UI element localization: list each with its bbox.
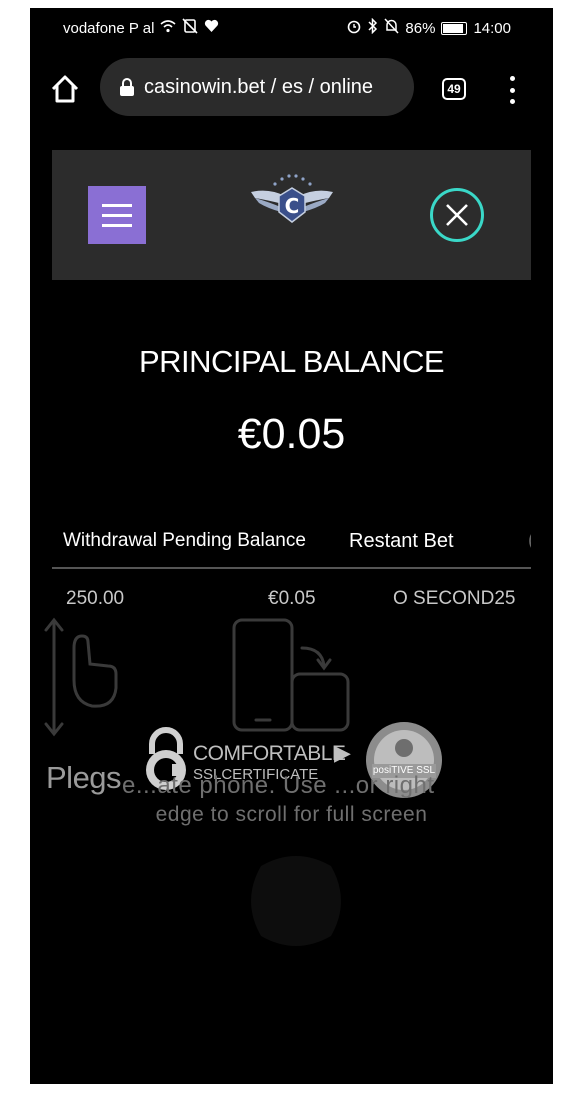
badge-arrow-icon: ▶ bbox=[334, 740, 351, 765]
plegs-label: Plegs bbox=[46, 760, 122, 795]
hamburger-line bbox=[102, 203, 132, 207]
carrier-label: vodafone P al bbox=[63, 19, 155, 37]
battery-percent: 86% bbox=[405, 19, 436, 37]
no-sim-icon bbox=[182, 18, 199, 38]
close-button[interactable] bbox=[430, 188, 484, 242]
table-cell: 250.00 bbox=[66, 588, 125, 609]
column-header: Restant Bet bbox=[349, 530, 454, 552]
address-bar[interactable]: casinowin.bet / es / online bbox=[100, 58, 414, 116]
casino-logo[interactable]: C bbox=[247, 170, 337, 230]
menu-dot-icon bbox=[509, 76, 515, 81]
menu-dot-icon bbox=[509, 99, 515, 104]
alarm-icon bbox=[346, 18, 362, 38]
home-button[interactable] bbox=[50, 74, 80, 104]
table-divider bbox=[52, 567, 531, 569]
balance-table-header: Withdrawal Pending Balance Restant Bet ( bbox=[52, 528, 531, 566]
hamburger-line bbox=[102, 223, 132, 227]
lock-icon bbox=[120, 78, 134, 96]
status-bar: vodafone P al 86% 14:00 bbox=[30, 16, 553, 40]
bluetooth-icon bbox=[368, 17, 378, 38]
table-cell: €0.05 bbox=[268, 588, 316, 609]
close-icon bbox=[446, 204, 468, 226]
clock: 14:00 bbox=[473, 19, 511, 37]
hamburger-line bbox=[102, 213, 132, 217]
browser-menu-button[interactable] bbox=[508, 76, 516, 104]
badge-title: COMFORTABLE bbox=[193, 742, 346, 765]
svg-text:C: C bbox=[285, 194, 300, 218]
table-cell: O SECOND25 bbox=[393, 588, 516, 609]
phone-screen: vodafone P al 86% 14:00 casinowin.bet / … bbox=[30, 8, 553, 1084]
url-text: casinowin.bet / es / online bbox=[144, 75, 374, 98]
rotate-hint-line1: e...ate phone. Use ...or right bbox=[122, 772, 435, 799]
health-icon bbox=[204, 19, 219, 37]
tab-switcher-button[interactable]: 49 bbox=[442, 78, 466, 100]
battery-icon bbox=[441, 21, 468, 35]
balance-amount: €0.05 bbox=[237, 410, 346, 458]
home-icon bbox=[51, 75, 79, 103]
menu-dot-icon bbox=[509, 87, 515, 93]
hamburger-menu-button[interactable] bbox=[88, 186, 146, 244]
mute-bell-icon bbox=[384, 18, 399, 38]
rotate-hint-line2: edge to scroll for full screen bbox=[155, 803, 428, 826]
column-header: Withdrawal Pending Balance bbox=[63, 530, 306, 551]
column-header-clipped: ( bbox=[528, 530, 531, 552]
faint-background-graphic bbox=[251, 856, 341, 946]
balance-title: PRINCIPAL BALANCE bbox=[138, 344, 445, 379]
site-header: C bbox=[52, 150, 531, 280]
wifi-icon bbox=[160, 19, 176, 37]
